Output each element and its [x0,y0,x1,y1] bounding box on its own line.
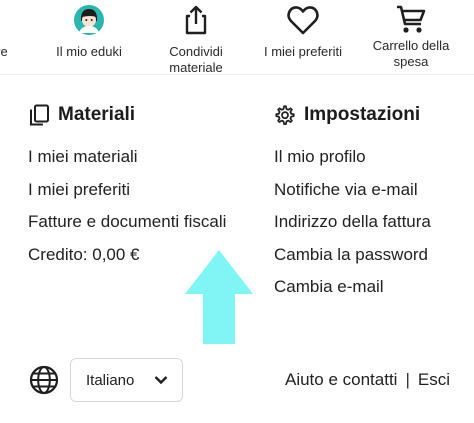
link-billing-address[interactable]: Indirizzo della fattura [274,211,469,244]
globe-icon [29,365,59,395]
nav-item-favorites-label: I miei preferiti [263,44,343,59]
settings-section: Impostazioni Il mio profilo Notifiche vi… [274,102,469,309]
link-my-profile[interactable]: Il mio profilo [274,146,469,179]
nav-item-my-eduki-label: Il mio eduki [56,44,122,59]
avatar-icon [73,4,105,40]
shopping-cart-icon [395,4,427,40]
nav-item-share-material-label: Condividi materiale [169,44,223,75]
materials-header: Materiali [28,102,263,128]
link-change-password[interactable]: Cambia la password [274,244,469,277]
nav-item-truncated-label: ve [0,44,8,59]
link-change-email[interactable]: Cambia e-mail [274,276,469,309]
link-my-favorites[interactable]: I miei preferiti [28,179,263,212]
gear-icon [275,105,295,125]
logout-link[interactable]: Esci [418,370,450,389]
link-email-notifications[interactable]: Notifiche via e-mail [274,179,469,212]
share-upload-icon [181,4,211,40]
nav-item-shopping-cart-label: Carrello della spesa [372,38,450,69]
footer: Italiano Aiuto e contatti | Esci [0,356,474,406]
copy-documents-icon [30,104,49,126]
footer-links: Aiuto e contatti | Esci [285,369,450,391]
language-select[interactable]: Italiano [70,358,183,402]
top-navigation: ve Il mio eduki Condividi materiale [0,0,474,78]
nav-divider [0,74,474,75]
link-invoices-tax-documents[interactable]: Fatture e documenti fiscali [28,211,263,244]
materials-title: Materiali [58,104,136,125]
settings-header: Impostazioni [274,102,469,128]
help-contact-link[interactable]: Aiuto e contatti [285,370,397,389]
up-arrow-icon [185,250,253,344]
chevron-down-icon [154,376,168,385]
link-my-materials[interactable]: I miei materiali [28,146,263,179]
footer-separator: | [405,370,410,389]
settings-links: Il mio profilo Notifiche via e-mail Indi… [274,146,469,309]
language-select-value: Italiano [86,371,135,389]
heart-icon [286,4,320,40]
settings-title: Impostazioni [304,104,421,125]
